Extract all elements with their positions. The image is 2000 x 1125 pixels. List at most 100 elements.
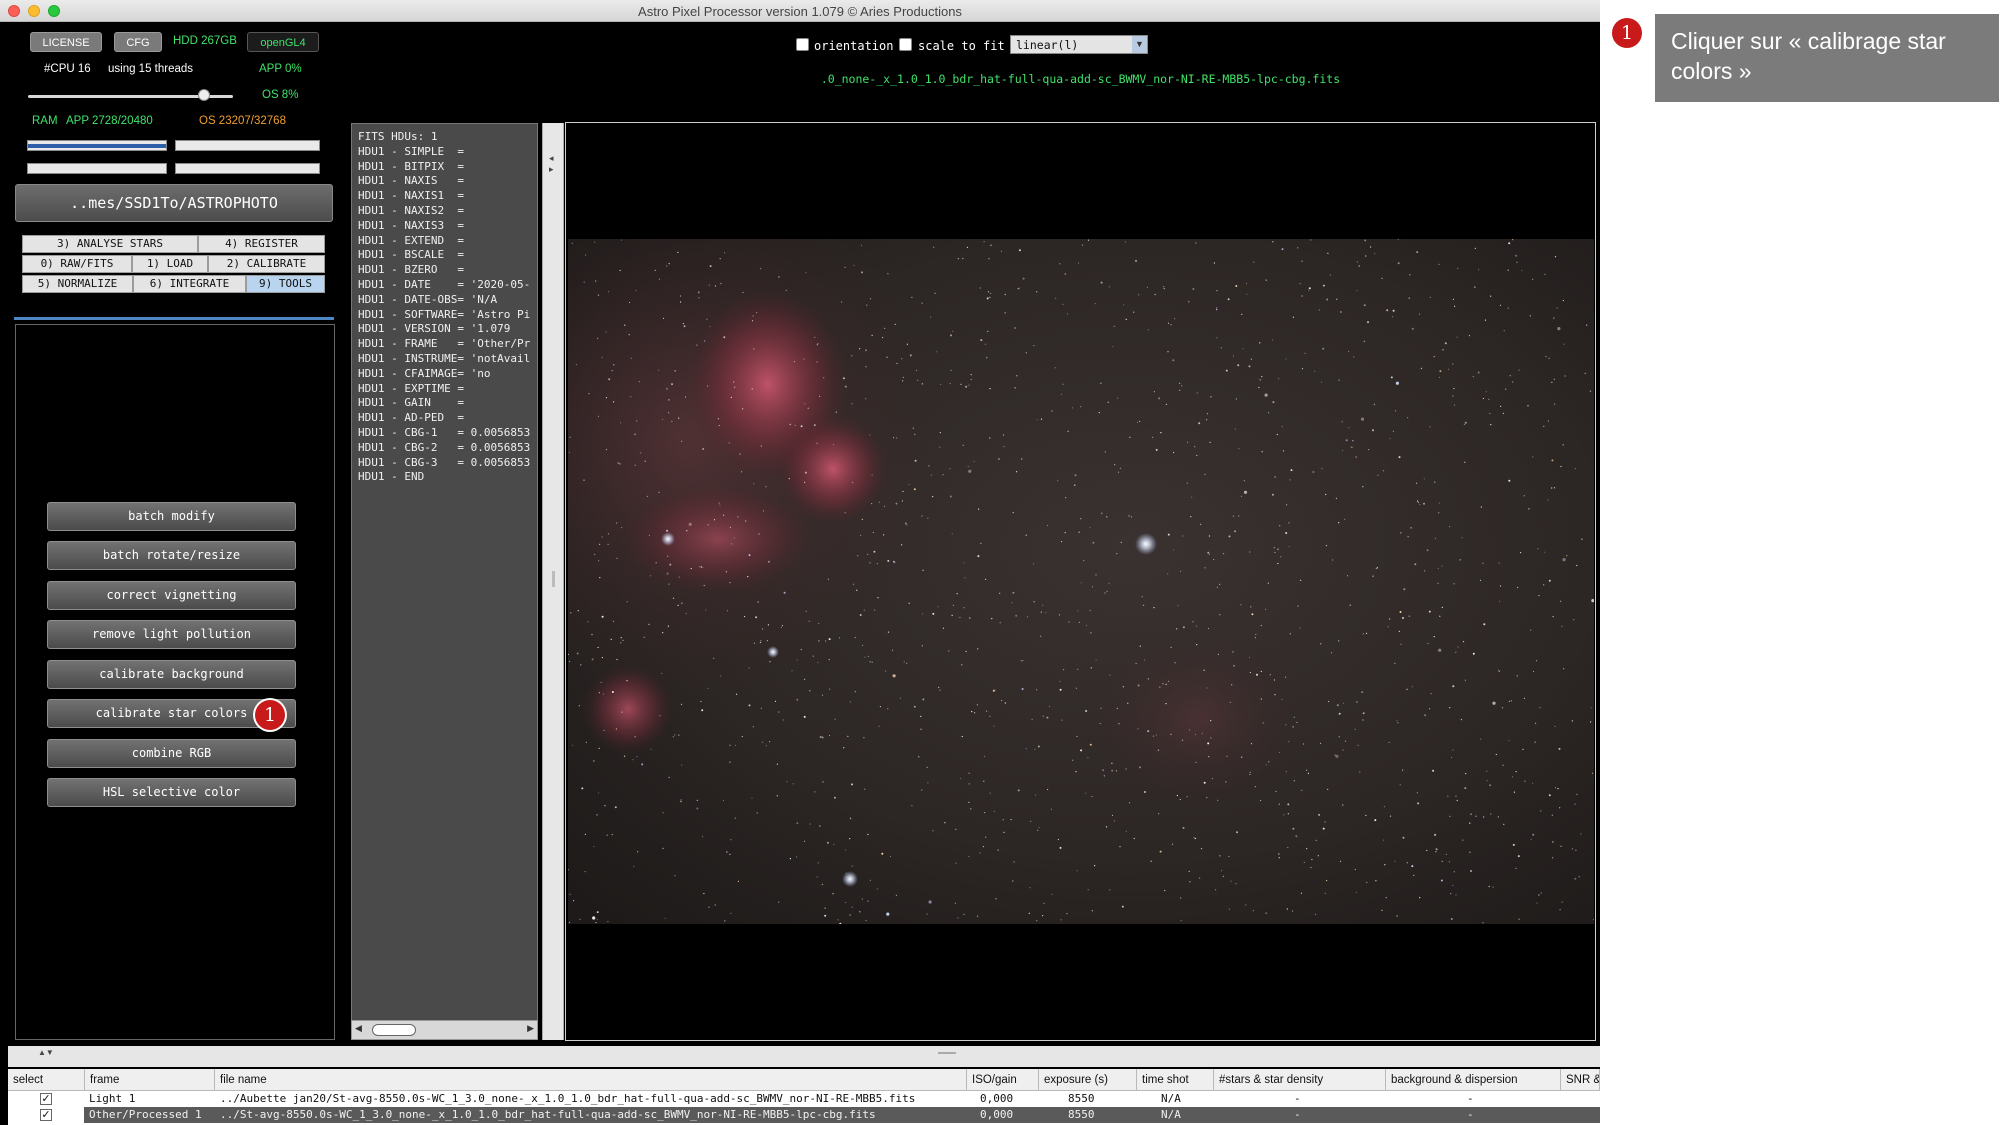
star	[1462, 839, 1464, 841]
working-directory-button[interactable]: ..mes/SSD1To/ASTROPHOTO	[15, 184, 333, 222]
col-select[interactable]: select	[8, 1069, 85, 1091]
star	[1289, 479, 1291, 481]
collapse-arrows-icon[interactable]: ◂ ▸	[549, 153, 554, 175]
fits-horizontal-scrollbar[interactable]: ◀ ▶	[351, 1020, 538, 1040]
star	[636, 420, 638, 422]
star	[1085, 624, 1088, 626]
batch-modify-button[interactable]: batch modify	[47, 502, 296, 531]
col-snr[interactable]: SNR &	[1561, 1069, 1600, 1091]
opengl-button[interactable]: openGL4	[247, 32, 319, 52]
threads-label: using 15 threads	[108, 63, 194, 75]
star	[1152, 436, 1154, 438]
star	[861, 518, 863, 520]
tab-register[interactable]: 4) REGISTER	[198, 235, 325, 253]
star	[863, 609, 865, 611]
star	[616, 522, 618, 524]
star	[1441, 860, 1443, 862]
star	[825, 640, 827, 642]
star	[1059, 846, 1062, 849]
star	[1382, 839, 1384, 841]
star	[867, 553, 869, 555]
row-1-checkbox[interactable]: ✓	[40, 1093, 52, 1105]
col-background[interactable]: background & dispersion	[1386, 1069, 1561, 1091]
star	[813, 424, 816, 427]
star	[1179, 798, 1181, 801]
star	[989, 437, 991, 439]
star	[1260, 698, 1262, 700]
star	[873, 550, 876, 553]
star	[1310, 866, 1312, 869]
star	[658, 491, 660, 493]
row-2-checkbox[interactable]: ✓	[40, 1109, 52, 1121]
correct-vignetting-button[interactable]: correct vignetting	[47, 581, 296, 610]
tab-tools[interactable]: 9) TOOLS	[246, 275, 325, 293]
star	[1274, 694, 1276, 696]
calibrate-background-button[interactable]: calibrate background	[47, 660, 296, 689]
star	[709, 265, 712, 268]
star	[1010, 819, 1012, 821]
star	[1246, 293, 1248, 295]
star	[1469, 851, 1471, 853]
star	[1408, 615, 1410, 617]
star	[635, 289, 637, 291]
col-exposure[interactable]: exposure (s)	[1039, 1069, 1137, 1091]
star	[751, 388, 753, 390]
tab-analyse-stars[interactable]: 3) ANALYSE STARS	[22, 235, 198, 253]
tab-integrate[interactable]: 6) INTEGRATE	[133, 275, 246, 293]
star	[988, 258, 990, 260]
star	[869, 298, 872, 300]
star	[1424, 570, 1426, 572]
col-time-shot[interactable]: time shot	[1137, 1069, 1214, 1091]
batch-rotate-resize-button[interactable]: batch rotate/resize	[47, 541, 296, 570]
star	[584, 833, 586, 836]
col-stars[interactable]: #stars & star density	[1214, 1069, 1386, 1091]
star	[1488, 398, 1490, 400]
star	[605, 331, 607, 333]
tab-raw-fits[interactable]: 0) RAW/FITS	[22, 255, 132, 273]
scroll-thumb[interactable]	[372, 1024, 416, 1036]
star	[896, 362, 898, 365]
row-2-exposure: 8550	[1068, 1108, 1095, 1121]
remove-light-pollution-button[interactable]: remove light pollution	[47, 620, 296, 649]
frame-table: select frame file name ISO/gain exposure…	[8, 1069, 1600, 1125]
combine-rgb-button[interactable]: combine RGB	[47, 739, 296, 768]
scroll-right-icon[interactable]: ▶	[527, 1023, 534, 1034]
star	[1345, 439, 1348, 442]
resize-grip-icon[interactable]	[938, 1052, 956, 1054]
panel-splitter[interactable]: ◂ ▸	[542, 123, 564, 1040]
star	[760, 640, 762, 642]
star	[601, 536, 603, 538]
sort-arrows-icon[interactable]: ▲▼	[38, 1048, 54, 1057]
star	[753, 348, 755, 350]
star	[1548, 357, 1550, 359]
col-file-name[interactable]: file name	[215, 1069, 967, 1091]
star	[606, 834, 608, 836]
star	[863, 737, 865, 739]
image-viewer[interactable]	[565, 122, 1596, 1041]
tab-normalize[interactable]: 5) NORMALIZE	[22, 275, 133, 293]
orientation-checkbox[interactable]	[796, 38, 809, 51]
scroll-left-icon[interactable]: ◀	[355, 1023, 362, 1034]
star	[901, 358, 903, 360]
star	[1539, 707, 1541, 709]
tab-load[interactable]: 1) LOAD	[132, 255, 208, 273]
scale-to-fit-checkbox[interactable]	[899, 38, 912, 51]
star	[622, 639, 624, 641]
star	[989, 792, 991, 794]
star	[843, 747, 845, 749]
col-iso-gain[interactable]: ISO/gain	[967, 1069, 1039, 1091]
license-button[interactable]: LICENSE	[30, 32, 102, 52]
star	[997, 458, 1000, 460]
cfg-button[interactable]: CFG	[114, 32, 162, 52]
hsl-selective-color-button[interactable]: HSL selective color	[47, 778, 296, 807]
star	[752, 315, 754, 317]
threads-slider[interactable]	[28, 89, 233, 101]
col-frame[interactable]: frame	[85, 1069, 215, 1091]
star	[648, 623, 650, 625]
star	[1232, 355, 1234, 357]
star	[1275, 790, 1277, 793]
tab-calibrate[interactable]: 2) CALIBRATE	[208, 255, 325, 273]
slider-knob[interactable]	[198, 89, 210, 101]
stretch-select[interactable]: linear(l) ▼	[1010, 35, 1148, 54]
star	[620, 239, 623, 241]
